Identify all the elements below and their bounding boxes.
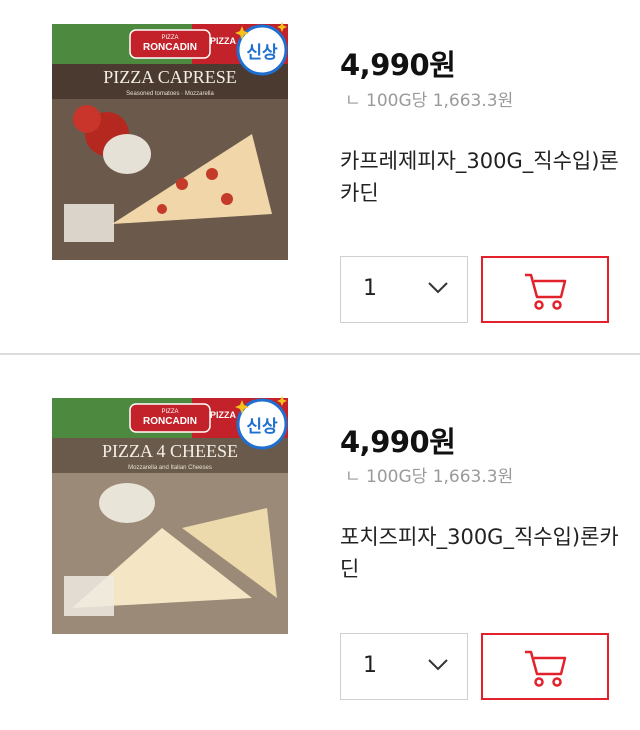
quantity-value: 1 [363, 276, 377, 301]
svg-text:RONCADIN: RONCADIN [143, 416, 197, 427]
svg-text:PIZZA: PIZZA [161, 35, 178, 41]
add-to-cart-button[interactable] [481, 633, 609, 700]
new-badge-icon: 신상 [235, 22, 288, 76]
product-card: PIZZA RONCADIN PIZZA PIZZA CAPRESE Seaso… [0, 0, 640, 354]
product-image[interactable]: PIZZA RONCADIN PIZZA PIZZA 4 CHEESE Mozz… [52, 396, 288, 634]
unit-price: ㄴ 100G당 1,663.3원 [345, 467, 514, 487]
chevron-down-icon [428, 282, 448, 294]
svg-text:PIZZA: PIZZA [161, 409, 178, 415]
product-name[interactable]: 카프레제피자_300G_직수입)론카딘 [340, 145, 620, 209]
cart-icon [525, 650, 567, 687]
svg-text:PIZZA: PIZZA [210, 410, 236, 420]
quantity-select[interactable]: 1 [340, 633, 468, 700]
product-image[interactable]: PIZZA RONCADIN PIZZA PIZZA CAPRESE Seaso… [52, 22, 288, 260]
chevron-down-icon [428, 659, 448, 671]
quantity-select[interactable]: 1 [340, 256, 468, 323]
svg-text:Mozzarella and Italian Cheeses: Mozzarella and Italian Cheeses [128, 465, 212, 471]
svg-text:PIZZA CAPRESE: PIZZA CAPRESE [103, 67, 237, 87]
unit-price: ㄴ 100G당 1,663.3원 [345, 91, 514, 111]
svg-text:PIZZA: PIZZA [210, 36, 236, 46]
product-card: PIZZA RONCADIN PIZZA PIZZA 4 CHEESE Mozz… [0, 355, 640, 730]
svg-text:신상: 신상 [246, 43, 278, 63]
cart-icon [525, 273, 567, 310]
product-price: 4,990원 [340, 48, 456, 82]
new-badge-icon: 신상 [235, 396, 288, 450]
svg-text:RONCADIN: RONCADIN [143, 42, 197, 53]
svg-text:신상: 신상 [246, 417, 278, 437]
product-name[interactable]: 포치즈피자_300G_직수입)론카딘 [340, 521, 620, 585]
quantity-value: 1 [363, 653, 377, 678]
svg-text:Seasoned tomatoes · Mozzarella: Seasoned tomatoes · Mozzarella [126, 91, 214, 97]
add-to-cart-button[interactable] [481, 256, 609, 323]
svg-text:PIZZA 4 CHEESE: PIZZA 4 CHEESE [102, 441, 238, 461]
product-price: 4,990원 [340, 425, 456, 459]
